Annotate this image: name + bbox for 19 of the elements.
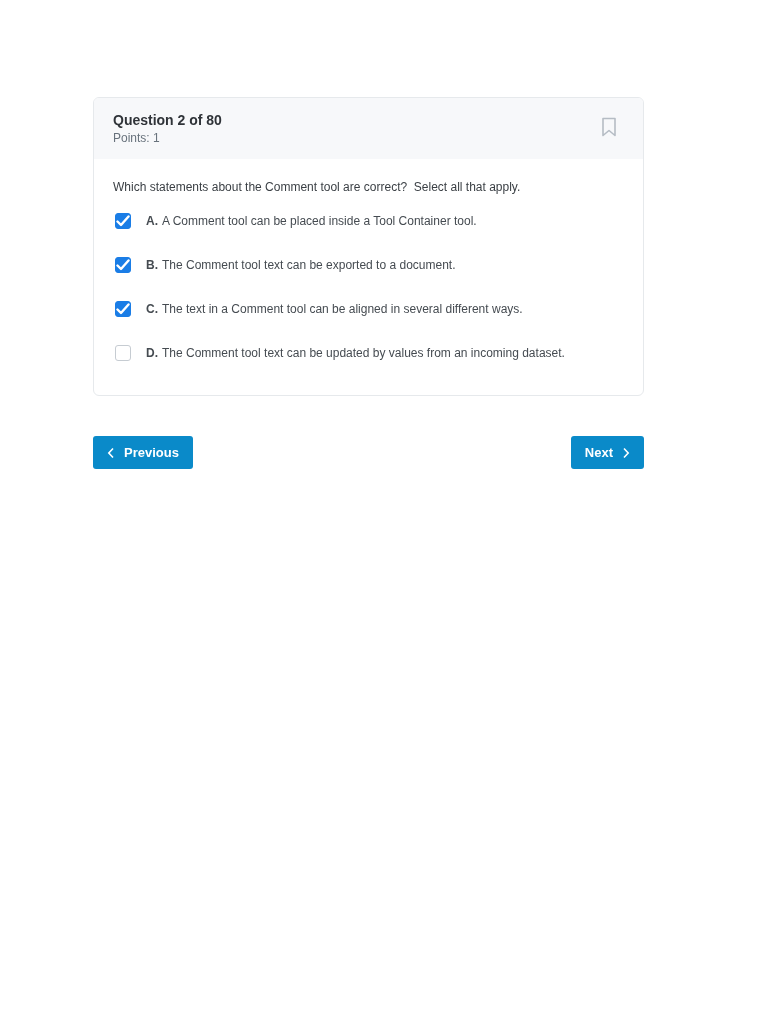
option-letter: C.: [146, 302, 158, 316]
chevron-left-icon: [107, 446, 115, 459]
chevron-right-icon: [622, 446, 630, 459]
points-label: Points: 1: [113, 131, 161, 145]
checkbox[interactable]: [115, 301, 131, 317]
checkbox[interactable]: [115, 257, 131, 273]
checkbox[interactable]: [115, 213, 131, 229]
next-button[interactable]: Next: [570, 436, 644, 469]
option-text: A Comment tool can be placed inside a Tool Container tool.: [162, 214, 477, 228]
option-letter: D.: [146, 346, 158, 360]
option-text: The Comment tool text can be updated by values from an incoming dataset.: [162, 346, 565, 360]
option-text: The text in a Comment tool can be aligned in several different ways.: [162, 302, 523, 316]
checkbox[interactable]: [115, 345, 131, 361]
option-letter: A.: [146, 214, 158, 228]
option-text: The Comment tool text can be exported to a document.: [162, 258, 456, 272]
question-title: Question 2 of 80: [113, 112, 222, 128]
previous-button[interactable]: Previous: [93, 436, 193, 469]
question-text: Which statements about the Comment tool are correct? Select all that apply.: [113, 180, 522, 194]
option-letter: B.: [146, 258, 158, 272]
